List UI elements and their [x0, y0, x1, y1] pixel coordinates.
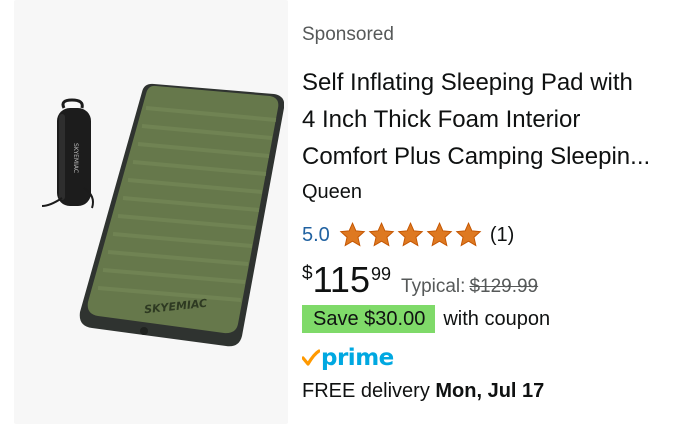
- prime-badge: prime: [302, 344, 394, 372]
- product-image-panel[interactable]: SKYEMIAC SKYEMIAC: [14, 0, 288, 424]
- rating-value: 5.0: [302, 223, 330, 246]
- prime-check-icon: [302, 349, 320, 366]
- star-icon: [339, 221, 366, 247]
- title-line[interactable]: Comfort Plus Camping Sleepin...: [302, 138, 682, 175]
- delivery-date: Mon, Jul 17: [435, 380, 545, 402]
- variant-label: Queen: [302, 181, 363, 203]
- sponsored-label[interactable]: Sponsored: [302, 24, 394, 46]
- price-fraction: 99: [370, 264, 392, 284]
- title-line[interactable]: Self Inflating Sleeping Pad with: [302, 64, 682, 101]
- sack-brand-text: SKYEMIAC: [72, 143, 79, 173]
- coupon-badge[interactable]: Save $30.00: [302, 305, 436, 333]
- stuff-sack: SKYEMIAC: [41, 98, 94, 209]
- typical-price-block: Typical: $129.99: [401, 276, 538, 298]
- sleeping-pad: SKYEMIAC: [79, 83, 284, 347]
- sleeping-pad-image: SKYEMIAC SKYEMIAC: [41, 83, 284, 347]
- review-count[interactable]: (1): [490, 224, 514, 247]
- title-line[interactable]: 4 Inch Thick Foam Interior: [302, 101, 682, 138]
- prime-label: prime: [321, 345, 394, 371]
- star-icon: [455, 221, 482, 247]
- delivery-prefix: FREE delivery: [302, 380, 430, 402]
- typical-price: $129.99: [469, 276, 539, 297]
- star-icon: [426, 221, 453, 247]
- price-symbol: $: [302, 263, 313, 284]
- star-icon: [397, 221, 424, 247]
- price-whole: 115: [312, 259, 370, 300]
- price-row: $ 115 99 Typical: $129.99: [302, 258, 538, 302]
- delivery-info: FREE delivery Mon, Jul 17: [302, 380, 544, 403]
- star-rating[interactable]: [338, 221, 483, 249]
- rating-row[interactable]: 5.0 (1): [302, 221, 514, 249]
- star-icon: [368, 221, 395, 247]
- coupon-row[interactable]: Save $30.00 with coupon: [302, 305, 550, 333]
- typical-label: Typical:: [401, 276, 466, 297]
- product-title[interactable]: Self Inflating Sleeping Pad with 4 Inch …: [302, 64, 682, 175]
- coupon-text: with coupon: [443, 307, 551, 330]
